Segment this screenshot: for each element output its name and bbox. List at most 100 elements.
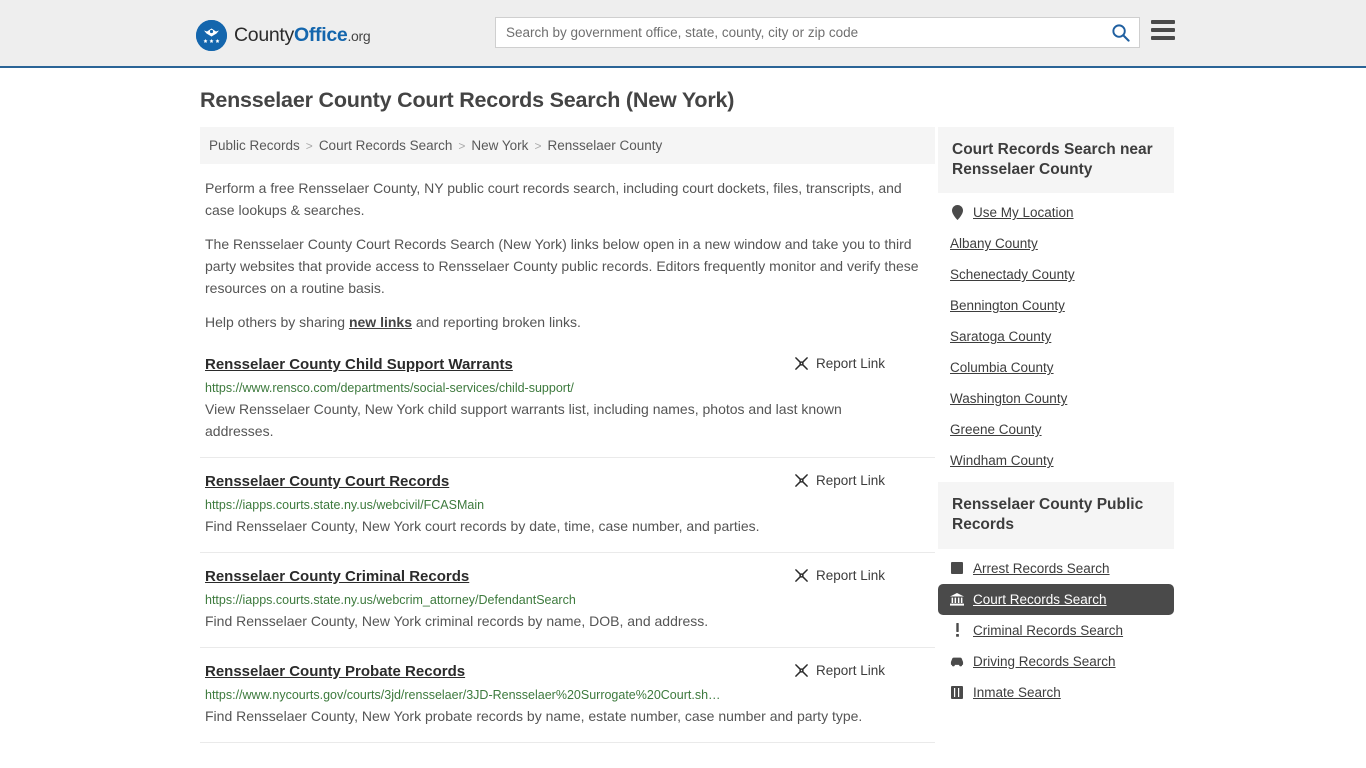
sidebar-nearby-heading: Court Records Search near Rensselaer Cou… [938, 127, 1174, 194]
sidebar-item-saratoga-county[interactable]: Saratoga County [938, 321, 1174, 352]
sidebar-link-label[interactable]: Inmate Search [973, 685, 1061, 700]
result-title-link[interactable]: Rensselaer County Child Support Warrants [205, 356, 513, 374]
sidebar-item-inmate-search[interactable]: Inmate Search [938, 677, 1174, 708]
sidebar-link-label[interactable]: Criminal Records Search [973, 623, 1123, 638]
jail-icon [950, 685, 964, 699]
page-title: Rensselaer County Court Records Search (… [200, 88, 735, 112]
site-logo[interactable]: CountyOffice.org [196, 20, 371, 51]
sidebar-item-albany-county[interactable]: Albany County [938, 228, 1174, 259]
logo-text-county: County [234, 24, 294, 46]
sidebar-public-records-list: Arrest Records Search Court Records Sear… [938, 549, 1174, 708]
sidebar-nearby-section: Court Records Search near Rensselaer Cou… [938, 127, 1174, 476]
report-link-button[interactable]: Report Link [794, 473, 885, 488]
sidebar: Court Records Search near Rensselaer Cou… [938, 127, 1174, 743]
exclamation-icon [950, 623, 964, 637]
eagle-seal-icon [196, 20, 227, 51]
intro-p3-before: Help others by sharing [205, 314, 349, 331]
search-input[interactable] [496, 18, 1101, 47]
logo-text-office: Office [294, 24, 348, 46]
sidebar-link-label[interactable]: Schenectady County [950, 267, 1075, 282]
hamburger-bar [1151, 36, 1175, 40]
report-link-label: Report Link [815, 662, 885, 678]
hamburger-bar [1151, 28, 1175, 32]
report-link-label: Report Link [815, 472, 885, 488]
result-url: https://iapps.courts.state.ny.us/webcrim… [205, 592, 576, 607]
search-button[interactable] [1101, 18, 1139, 47]
report-link-button[interactable]: Report Link [794, 568, 885, 583]
results-list: Rensselaer County Child Support Warrants… [200, 356, 935, 743]
sidebar-nearby-list: Use My Location Albany County Schenectad… [938, 193, 1174, 476]
breadcrumb-item-rensselaer-county: Rensselaer County [547, 138, 663, 153]
sidebar-link-label[interactable]: Driving Records Search [973, 654, 1116, 669]
broken-link-icon [795, 473, 808, 487]
sidebar-item-court-records-search[interactable]: Court Records Search [938, 583, 1174, 615]
sidebar-item-columbia-county[interactable]: Columbia County [938, 352, 1174, 383]
intro-p3-after: and reporting broken links. [412, 314, 581, 331]
result-title-link[interactable]: Rensselaer County Criminal Records [205, 568, 469, 586]
hamburger-bar [1151, 20, 1175, 24]
new-links-link[interactable]: new links [349, 314, 412, 330]
sidebar-item-criminal-records-search[interactable]: Criminal Records Search [938, 615, 1174, 646]
breadcrumb-item-public-records[interactable]: Public Records [209, 138, 300, 153]
result-description: Find Rensselaer County, New York court r… [205, 518, 760, 534]
sidebar-link-label[interactable]: Arrest Records Search [973, 561, 1110, 576]
result-header: Rensselaer County Court Records Report L… [205, 473, 935, 491]
sidebar-link-label[interactable]: Washington County [950, 391, 1067, 406]
result-header: Rensselaer County Probate Records Report… [205, 663, 935, 681]
sidebar-link-label[interactable]: Greene County [950, 422, 1042, 437]
sidebar-item-windham-county[interactable]: Windham County [938, 445, 1174, 476]
sidebar-link-label[interactable]: Saratoga County [950, 329, 1051, 344]
map-pin-icon [950, 205, 964, 221]
breadcrumb-item-new-york[interactable]: New York [471, 138, 528, 153]
main-column: Public Records > Court Records Search > … [200, 127, 935, 743]
sidebar-public-records-heading: Rensselaer County Public Records [938, 482, 1174, 549]
courthouse-icon [950, 592, 964, 606]
intro-paragraph-1: Perform a free Rensselaer County, NY pub… [205, 180, 902, 218]
breadcrumb-separator: > [458, 138, 466, 153]
broken-link-icon [795, 357, 808, 370]
sidebar-link-label[interactable]: Windham County [950, 453, 1054, 468]
broken-link-icon [795, 568, 808, 582]
sidebar-item-arrest-records-search[interactable]: Arrest Records Search [938, 553, 1174, 584]
report-link-label: Report Link [815, 567, 885, 583]
report-link-button[interactable]: Report Link [794, 356, 885, 371]
search-bar[interactable] [495, 17, 1140, 48]
report-link-label: Report Link [815, 356, 885, 372]
sidebar-item-greene-county[interactable]: Greene County [938, 414, 1174, 445]
result-url: https://iapps.courts.state.ny.us/webcivi… [205, 497, 485, 512]
content-columns: Public Records > Court Records Search > … [200, 127, 1174, 743]
site-header: CountyOffice.org [0, 0, 1366, 68]
breadcrumb-item-court-records-search[interactable]: Court Records Search [319, 138, 453, 153]
result-item: Rensselaer County Criminal Records Repor… [200, 553, 935, 648]
result-description: View Rensselaer County, New York child s… [205, 401, 842, 440]
result-item: Rensselaer County Court Records Report L… [200, 458, 935, 553]
report-link-button[interactable]: Report Link [794, 663, 885, 678]
sidebar-item-bennington-county[interactable]: Bennington County [938, 290, 1174, 321]
intro-text: Perform a free Rensselaer County, NY pub… [200, 178, 935, 334]
sidebar-item-driving-records-search[interactable]: Driving Records Search [938, 646, 1174, 677]
breadcrumb-separator: > [305, 138, 313, 153]
result-item: Rensselaer County Child Support Warrants… [200, 356, 935, 458]
logo-text: CountyOffice.org [234, 24, 371, 47]
result-header: Rensselaer County Criminal Records Repor… [205, 568, 935, 586]
hamburger-menu-icon[interactable] [1151, 20, 1175, 40]
broken-link-icon [795, 663, 808, 677]
sidebar-item-washington-county[interactable]: Washington County [938, 383, 1174, 414]
sidebar-item-use-my-location[interactable]: Use My Location [938, 197, 1174, 228]
result-description: Find Rensselaer County, New York probate… [205, 707, 863, 724]
sidebar-link-label[interactable]: Albany County [950, 236, 1038, 251]
square-icon [950, 562, 964, 575]
breadcrumb: Public Records > Court Records Search > … [200, 127, 935, 164]
sidebar-link-label[interactable]: Bennington County [950, 298, 1065, 313]
result-title-link[interactable]: Rensselaer County Court Records [205, 473, 449, 491]
sidebar-link-label[interactable]: Columbia County [950, 360, 1054, 375]
result-url: https://www.rensco.com/departments/socia… [205, 381, 574, 396]
sidebar-link-label[interactable]: Court Records Search [973, 592, 1107, 607]
sidebar-public-records-section: Rensselaer County Public Records Arrest … [938, 482, 1174, 707]
sidebar-link-label[interactable]: Use My Location [973, 205, 1074, 220]
result-title-link[interactable]: Rensselaer County Probate Records [205, 663, 465, 681]
intro-paragraph-2: The Rensselaer County Court Records Sear… [205, 236, 919, 296]
car-icon [950, 656, 964, 667]
sidebar-item-schenectady-county[interactable]: Schenectady County [938, 259, 1174, 290]
result-description: Find Rensselaer County, New York crimina… [205, 612, 709, 629]
